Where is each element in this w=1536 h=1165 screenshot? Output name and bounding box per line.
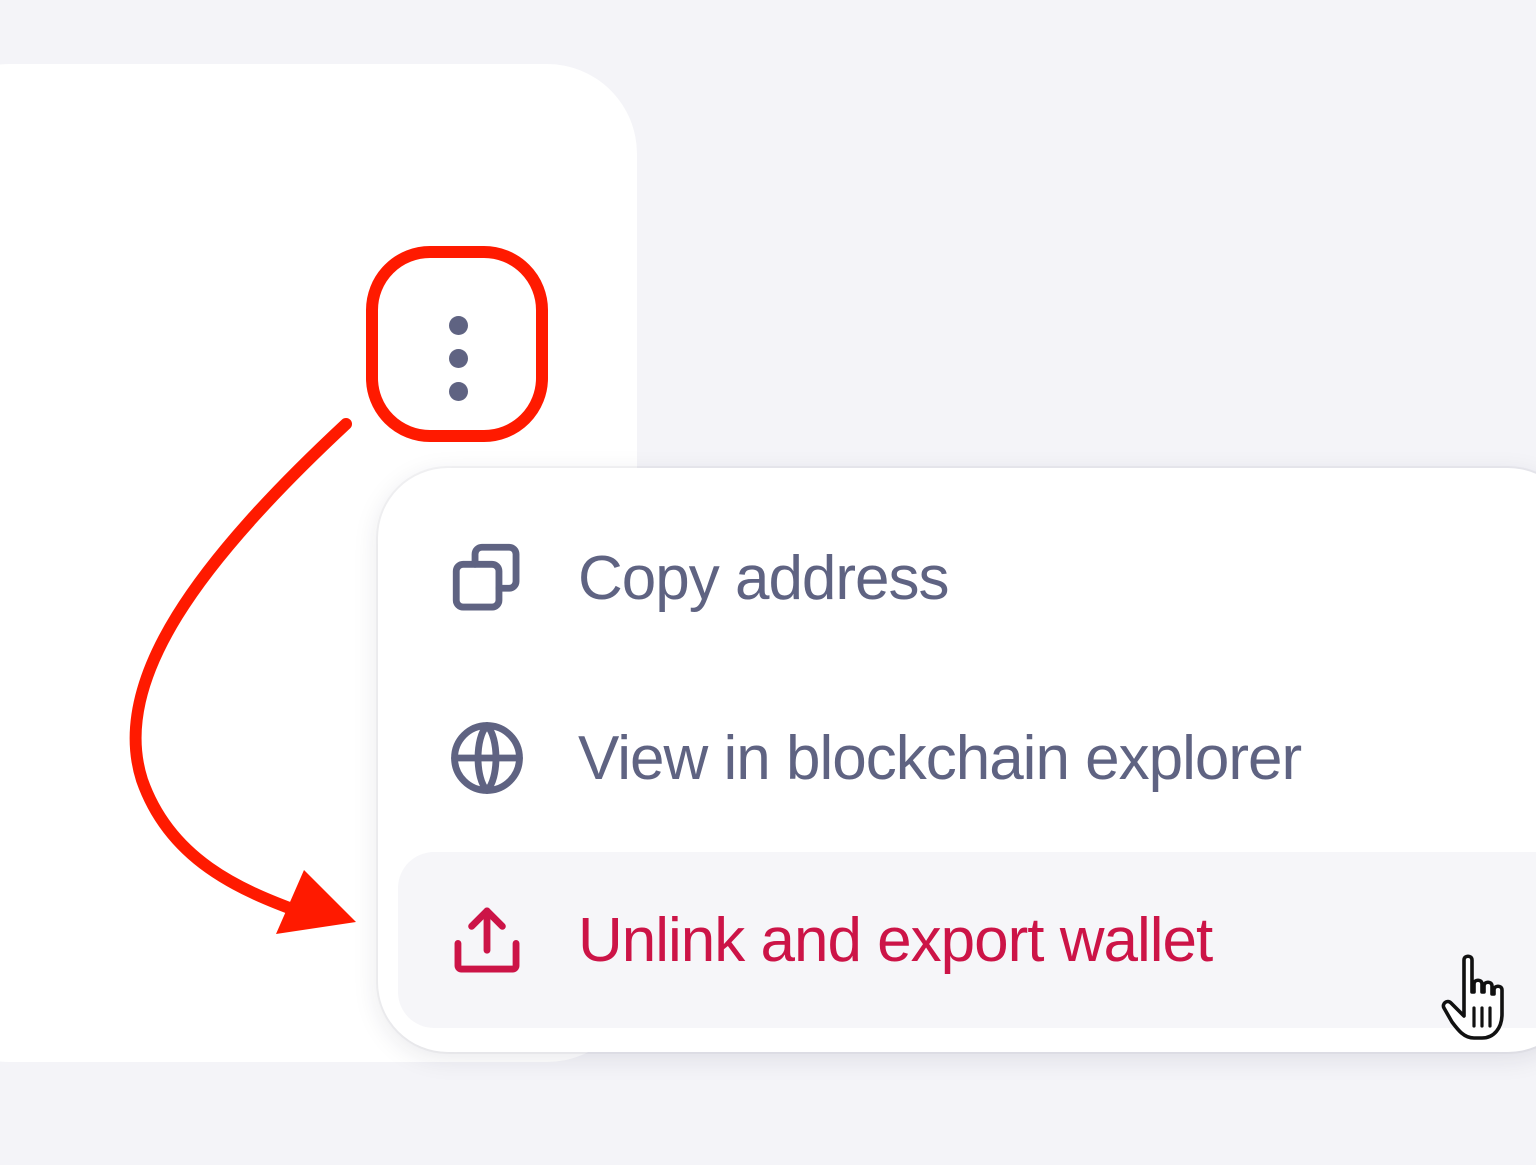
view-in-explorer-item[interactable]: View in blockchain explorer [398,670,1536,846]
copy-icon [446,537,528,619]
wallet-options-menu: Copy address View in blockchain explorer [378,468,1536,1052]
upload-icon [446,899,528,981]
pointer-hand-cursor-icon [1441,954,1504,1040]
view-in-explorer-label: View in blockchain explorer [578,723,1302,793]
page: Copy address View in blockchain explorer [0,0,1536,1165]
unlink-export-wallet-item[interactable]: Unlink and export wallet [398,852,1536,1028]
annotation-highlight-ring [366,246,548,442]
copy-address-label: Copy address [578,543,950,613]
unlink-export-wallet-label: Unlink and export wallet [578,905,1213,975]
globe-icon [446,717,528,799]
copy-address-item[interactable]: Copy address [398,490,1536,666]
